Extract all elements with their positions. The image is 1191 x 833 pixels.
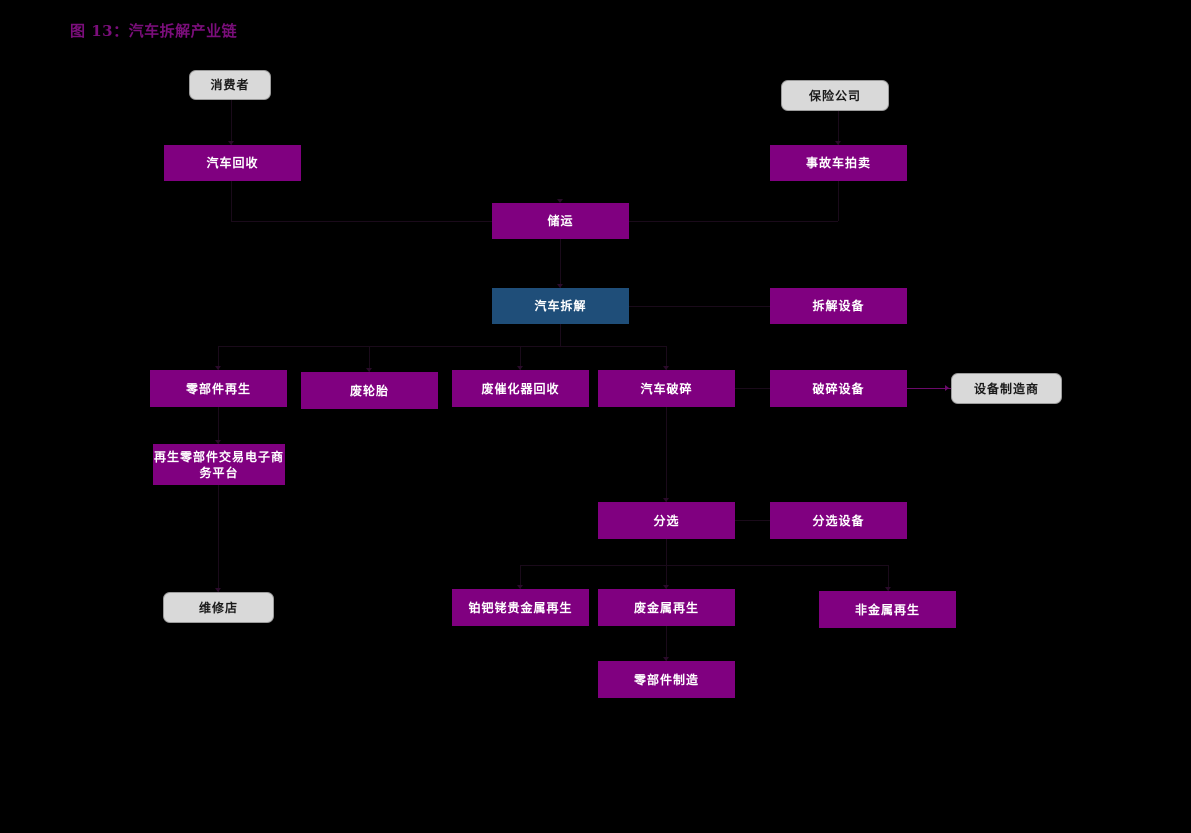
connector-dismantle-to-fanout <box>560 324 561 346</box>
diagram-canvas: 图 13：汽车拆解产业链 消费者保险公司汽车回收 事故车拍卖储运汽车拆解 拆解设备零… <box>0 0 1191 833</box>
node-label: 废金属再生 <box>633 600 699 615</box>
node-label: 事故车拍卖 <box>805 156 871 170</box>
connector-fanout-bus <box>218 346 667 347</box>
connector-auction-to-storage <box>838 181 839 221</box>
node-parts-ecommerce[interactable]: 再生零部件交易电子商务平台 <box>153 444 285 485</box>
node-label: 维修店 <box>198 600 238 615</box>
node-accident-auction[interactable]: 事故车拍卖 <box>770 145 907 181</box>
node-label: 分选设备 <box>812 513 865 528</box>
node-label: 设备制造商 <box>973 381 1039 396</box>
node-label: 铂钯铑贵金属再生 <box>468 600 573 615</box>
node-sorting-equip[interactable]: 分选设备 <box>770 502 907 539</box>
node-label: 汽车回收 <box>206 156 259 170</box>
node-consumer[interactable]: 消费者 <box>189 70 271 100</box>
node-repair-shop[interactable]: 维修店 <box>163 592 274 623</box>
connector-sorting-out-bus <box>520 565 888 566</box>
node-waste-catalyst[interactable]: 废催化器回收 <box>452 370 589 407</box>
node-shred-equip[interactable]: 破碎设备 <box>770 370 907 407</box>
connector-storage-to-dismantle <box>560 239 561 288</box>
node-label: 非金属再生 <box>854 602 920 617</box>
node-label: 储运 <box>547 214 574 228</box>
node-label: 汽车拆解 <box>534 299 587 313</box>
node-label: 零部件再生 <box>185 381 251 396</box>
node-waste-tires[interactable]: 废轮胎 <box>301 372 438 409</box>
node-precious-metal[interactable]: 铂钯铑贵金属再生 <box>452 589 589 626</box>
connector-auction-left-to-storage <box>629 221 838 222</box>
node-label: 废催化器回收 <box>481 381 560 396</box>
node-nonmetal-regen[interactable]: 非金属再生 <box>819 591 956 628</box>
node-storage-transport[interactable]: 储运 <box>492 203 629 239</box>
node-insurance[interactable]: 保险公司 <box>781 80 889 111</box>
arrowhead-arrow-equipmaker <box>945 385 949 391</box>
connector-sorting-to-bus <box>666 539 667 565</box>
connector-ecommerce-to-repairshop <box>218 485 219 592</box>
connector-shredequip-to-shred <box>735 388 770 389</box>
node-label: 废轮胎 <box>349 383 389 398</box>
connector-autorecycle-to-storage <box>231 181 232 221</box>
connector-wastemetal-to-partsmfg <box>666 626 667 661</box>
node-label: 汽车破碎 <box>640 381 693 396</box>
connector-insurance-to-auction <box>838 111 839 145</box>
node-label: 保险公司 <box>808 88 861 103</box>
node-label: 再生零部件交易电子商务平台 <box>153 449 284 480</box>
node-label: 破碎设备 <box>812 381 865 396</box>
node-auto-shred[interactable]: 汽车破碎 <box>598 370 735 407</box>
node-sorting[interactable]: 分选 <box>598 502 735 539</box>
connector-consumer-to-autorecycle <box>231 100 232 145</box>
connector-sortingequip-to-sorting <box>735 520 770 521</box>
node-dismantle-equip[interactable]: 拆解设备 <box>770 288 907 324</box>
node-label: 消费者 <box>210 78 250 92</box>
node-label: 拆解设备 <box>812 299 865 313</box>
node-label: 分选 <box>653 513 680 528</box>
node-equip-maker[interactable]: 设备制造商 <box>951 373 1062 404</box>
connector-dismantleequip-to-dismantle <box>629 306 770 307</box>
node-auto-dismantle[interactable]: 汽车拆解 <box>492 288 629 324</box>
node-parts-regen[interactable]: 零部件再生 <box>150 370 287 407</box>
connector-autorecycle-right-to-storage <box>231 221 492 222</box>
node-waste-metal[interactable]: 废金属再生 <box>598 589 735 626</box>
connector-partsregen-to-ecommerce <box>218 407 219 444</box>
node-parts-manufacture[interactable]: 零部件制造 <box>598 661 735 698</box>
node-auto-recycle[interactable]: 汽车回收 <box>164 145 301 181</box>
figure-title: 图 13：汽车拆解产业链 <box>70 22 238 40</box>
connector-shred-to-sorting <box>666 407 667 502</box>
node-label: 零部件制造 <box>633 672 699 687</box>
